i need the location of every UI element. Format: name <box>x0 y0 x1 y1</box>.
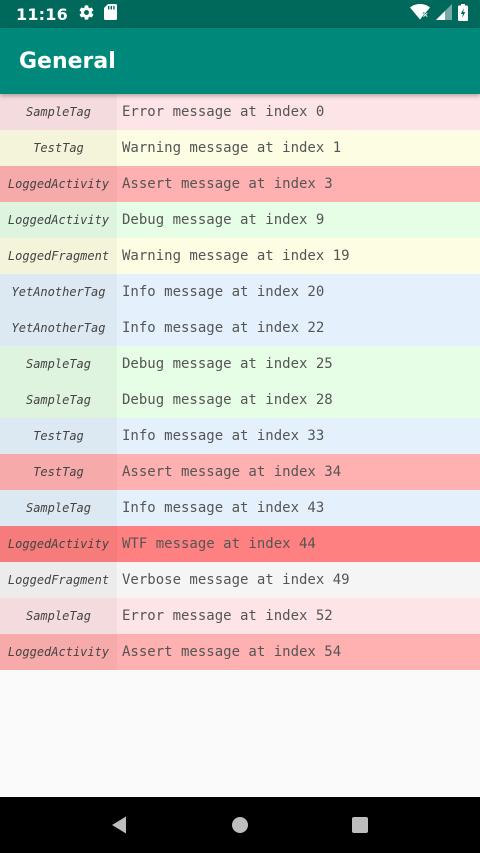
navigation-bar <box>0 797 480 853</box>
signal-icon <box>436 4 452 24</box>
log-tag: LoggedFragment <box>0 238 117 274</box>
log-message: Info message at index 33 <box>122 428 325 444</box>
sd-card-icon <box>103 4 117 24</box>
log-message: Assert message at index 54 <box>122 644 342 660</box>
battery-icon <box>458 3 468 25</box>
log-row[interactable]: TestTag Info message at index 33 <box>0 418 480 454</box>
log-row[interactable]: LoggedFragment Verbose message at index 4… <box>0 562 480 598</box>
log-row[interactable]: TestTag Warning message at index 1 <box>0 130 480 166</box>
log-row[interactable]: LoggedActivity Assert message at index 54 <box>0 634 480 670</box>
log-row[interactable]: SampleTag Debug message at index 28 <box>0 382 480 418</box>
log-tag: YetAnotherTag <box>0 274 117 310</box>
log-tag: LoggedFragment <box>0 562 117 598</box>
log-list[interactable]: SampleTag Error message at index 0 TestTag… <box>0 94 480 797</box>
log-row[interactable]: TestTag Assert message at index 34 <box>0 454 480 490</box>
log-row[interactable]: SampleTag Info message at index 43 <box>0 490 480 526</box>
log-message: Info message at index 43 <box>122 500 325 516</box>
log-tag: SampleTag <box>0 382 117 418</box>
log-message: Info message at index 20 <box>122 284 325 300</box>
back-triangle-icon <box>112 816 126 834</box>
log-tag: TestTag <box>0 454 117 490</box>
wifi-icon <box>410 4 430 24</box>
home-circle-icon <box>232 817 248 833</box>
recents-button[interactable] <box>340 805 380 845</box>
log-tag: LoggedActivity <box>0 166 117 202</box>
log-row[interactable]: LoggedActivity Assert message at index 3 <box>0 166 480 202</box>
log-tag: LoggedActivity <box>0 202 117 238</box>
log-tag: LoggedActivity <box>0 526 117 562</box>
log-tag: YetAnotherTag <box>0 310 117 346</box>
log-row[interactable]: SampleTag Error message at index 52 <box>0 598 480 634</box>
status-bar: 11:16 <box>0 0 480 28</box>
home-button[interactable] <box>220 805 260 845</box>
log-tag: SampleTag <box>0 490 117 526</box>
log-tag: SampleTag <box>0 346 117 382</box>
gear-icon <box>78 4 95 25</box>
back-button[interactable] <box>100 805 140 845</box>
status-notification-icons <box>78 4 117 25</box>
log-message: Assert message at index 34 <box>122 464 342 480</box>
log-row[interactable]: SampleTag Error message at index 0 <box>0 94 480 130</box>
log-message: Warning message at index 1 <box>122 140 342 156</box>
log-row[interactable]: YetAnotherTag Info message at index 20 <box>0 274 480 310</box>
log-row[interactable]: LoggedFragment Warning message at index 1… <box>0 238 480 274</box>
log-row[interactable]: SampleTag Debug message at index 25 <box>0 346 480 382</box>
log-tag: LoggedActivity <box>0 634 117 670</box>
log-message: Info message at index 22 <box>122 320 325 336</box>
log-message: Debug message at index 9 <box>122 212 325 228</box>
log-tag: SampleTag <box>0 598 117 634</box>
log-message: Error message at index 52 <box>122 608 333 624</box>
log-row[interactable]: YetAnotherTag Info message at index 22 <box>0 310 480 346</box>
app-bar: General <box>0 28 480 94</box>
log-message: Verbose message at index 49 <box>122 572 350 588</box>
log-row[interactable]: LoggedActivity WTF message at index 44 <box>0 526 480 562</box>
log-message: WTF message at index 44 <box>122 536 316 552</box>
status-time: 11:16 <box>16 4 68 24</box>
log-message: Warning message at index 19 <box>122 248 350 264</box>
log-message: Error message at index 0 <box>122 104 325 120</box>
status-system-icons <box>410 3 468 25</box>
log-message: Assert message at index 3 <box>122 176 333 192</box>
log-tag: TestTag <box>0 418 117 454</box>
page-title: General <box>19 48 116 74</box>
log-tag: TestTag <box>0 130 117 166</box>
log-message: Debug message at index 28 <box>122 392 333 408</box>
log-tag: SampleTag <box>0 94 117 130</box>
recents-square-icon <box>352 817 368 833</box>
log-row[interactable]: LoggedActivity Debug message at index 9 <box>0 202 480 238</box>
log-message: Debug message at index 25 <box>122 356 333 372</box>
